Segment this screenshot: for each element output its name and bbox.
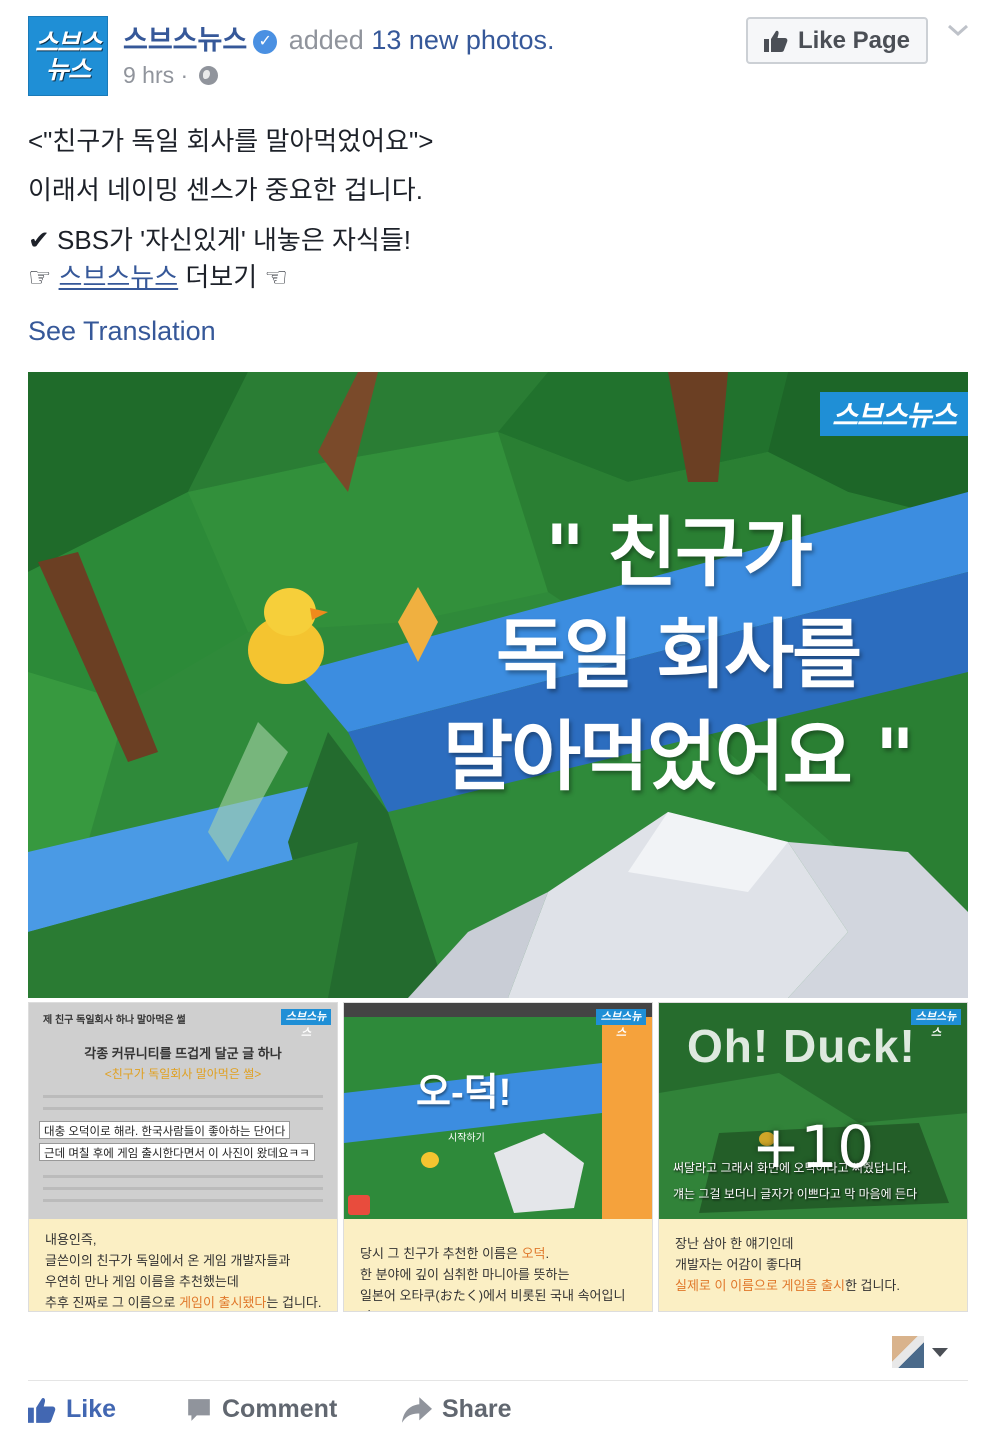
line4-suffix: 더보기 ☜ [178,262,288,292]
comment-label: Comment [222,1395,338,1423]
blurred-text-line [43,1199,323,1202]
post-text-line-2: 이래서 네이밍 센스가 중요한 겁니다. [28,175,423,205]
post-meta: 9 hrs · [123,62,218,89]
caption-text: 당시 그 친구가 추천한 이름은 [360,1246,522,1261]
overlay-text-2: 걔는 그걸 보더니 글자가 이쁘다고 막 마음에 든다 [673,1187,918,1201]
action-divider [28,1380,968,1381]
highlight-strip-1: 대충 오덕이로 해라. 한국사람들이 좋아하는 단어다 [39,1121,291,1139]
blurred-text-line [43,1175,323,1178]
chevron-down-icon[interactable] [944,18,972,42]
action-text: added [288,25,364,55]
start-label: 시작하기 [448,1133,485,1144]
thumbs-up-icon [28,1397,56,1423]
share-button[interactable]: Share [402,1395,511,1424]
thumbnail-badge: 스브스뉴스 [911,1009,961,1039]
caption-line: 한 분야에 깊이 심취한 마니아를 뜻하는 [360,1267,570,1282]
page-mention-link[interactable]: 스브스뉴스 [59,262,179,292]
like-button[interactable]: Like [28,1395,116,1424]
photo-thumbnail-1[interactable]: 스브스뉴스 제 친구 독일회사 하나 말아먹은 썰 각종 커뮤니티를 뜨겁게 달… [28,1002,338,1312]
headline-line-2: 독일 회사를 [495,610,862,699]
post-text-line-3: ✔ SBS가 '자신있게' 내놓은 자식들! [28,225,411,255]
photo-thumbnail-3[interactable]: 스브스뉴스 Oh! Duck! 써달라고 그래서 화면에 오덕이라고 써줬답니다… [658,1002,968,1312]
viewer-avatar[interactable] [892,1336,924,1368]
thumbnail-caption: 내용인즉, 글쓴이의 친구가 독일에서 온 게임 개발자들과 우연히 만나 게임… [29,1219,337,1311]
main-photo[interactable]: 스브스뉴스 " 친구가 독일 회사를 말아먹었어요 " [28,372,968,998]
share-icon [402,1396,432,1423]
post-timestamp[interactable]: 9 hrs [123,62,174,88]
line4-prefix: ☞ [28,262,59,292]
game-title: Oh! Duck! [687,1020,916,1072]
like-label: Like [66,1395,117,1423]
caption-highlight: 실제로 이 이름으로 게임을 출시 [675,1278,845,1293]
see-translation-link[interactable]: See Translation [28,316,216,347]
headline-line-1: " 친구가 [545,508,813,597]
photo-thumbnail-2[interactable]: 스브스뉴스 오-덕! 시작하기 당시 그 친구가 추천한 이름은 오덕. 한 분… [343,1002,653,1312]
caption-text: 는 겁니다. [266,1295,322,1310]
share-label: Share [442,1395,512,1423]
caption-line: 우연히 만나 게임 이름을 추천했는데 [45,1274,239,1289]
caption-line: 글쓴이의 친구가 독일에서 온 게임 개발자들과 [45,1253,291,1268]
thumbs-up-icon [763,30,788,52]
caption-line: 실제로 이 이름으로 게임을 출시한 겁니다. [675,1275,955,1296]
page-name-link[interactable]: 스브스뉴스 [123,25,247,55]
caption-text: 한 겁니다. [844,1278,901,1293]
caption-line: 당시 그 친구가 추천한 이름은 오덕. [360,1243,640,1264]
headline-line-3: 말아먹었어요 " [443,712,915,801]
caret-down-icon[interactable] [932,1348,948,1357]
verified-icon: ✓ [253,30,278,54]
caption-line: 장난 삼아 한 얘기인데 [675,1236,794,1251]
avatar-logo-top: 스브스 [34,28,102,57]
caption-text: 추후 진짜로 그 이름으로 [45,1295,180,1310]
meta-separator: · [180,62,189,88]
thumbnail-heading-2: <친구가 독일회사 말아먹은 썰> [104,1067,262,1081]
comment-button[interactable]: Comment [186,1395,337,1424]
post-header-line: 스브스뉴스 ✓ added 13 new photos. [123,18,554,57]
globe-icon[interactable] [198,66,218,85]
thumbnail-subtitle: 제 친구 독일회사 하나 말아먹은 썰 [43,1015,186,1026]
post-text-line-4: ☞ 스브스뉴스 더보기 ☜ [28,257,288,294]
brand-badge: 스브스뉴스 [820,392,968,436]
like-page-button[interactable]: Like Page [746,17,928,64]
highlight-strip-2: 근데 며칠 후에 게임 출시한다면서 이 사진이 왔데요ㅋㅋ [39,1143,315,1161]
caption-line: 추후 진짜로 그 이름으로 게임이 출시됐다는 겁니다. [45,1292,325,1311]
avatar-logo-bottom: 뉴스 [45,55,91,84]
thumbnail-badge: 스브스뉴스 [281,1009,331,1039]
page-avatar[interactable]: 스브스 뉴스 [28,16,108,96]
thumbnail-badge: 스브스뉴스 [596,1009,646,1039]
caption-text: . [545,1246,550,1261]
caption-line: 내용인즉, [45,1232,97,1247]
photo-headline: " 친구가 독일 회사를 말아먹었어요 " [398,502,958,808]
photos-count-link[interactable]: 13 new photos. [371,25,554,55]
thumbnail-heading: 각종 커뮤니티를 뜨겁게 달군 글 하나 [84,1046,282,1061]
more-photos-count[interactable]: +10 [659,1113,967,1181]
post-text-line-1: <"친구가 독일 회사를 말아먹었어요"> [28,126,434,156]
caption-highlight: 오덕 [521,1246,546,1261]
like-page-label: Like Page [797,26,911,54]
blurred-text-line [43,1095,323,1098]
game-title: 오-덕! [416,1072,512,1114]
thumbnail-caption: 당시 그 친구가 추천한 이름은 오덕. 한 분야에 깊이 심취한 마니아를 뜻… [344,1219,652,1311]
blurred-text-line [43,1107,323,1110]
thumbnail-caption: 장난 삼아 한 얘기인데 개발자는 어감이 좋다며 실제로 이 이름으로 게임을… [659,1219,967,1311]
caption-line: 개발자는 어감이 좋다며 [675,1257,802,1272]
caption-highlight: 게임이 출시됐다 [179,1295,267,1310]
comment-icon [188,1398,210,1421]
blurred-text-line [43,1187,323,1190]
caption-line: 일본어 오타쿠(おたく)에서 비롯된 국내 속어입니다. [360,1288,626,1311]
